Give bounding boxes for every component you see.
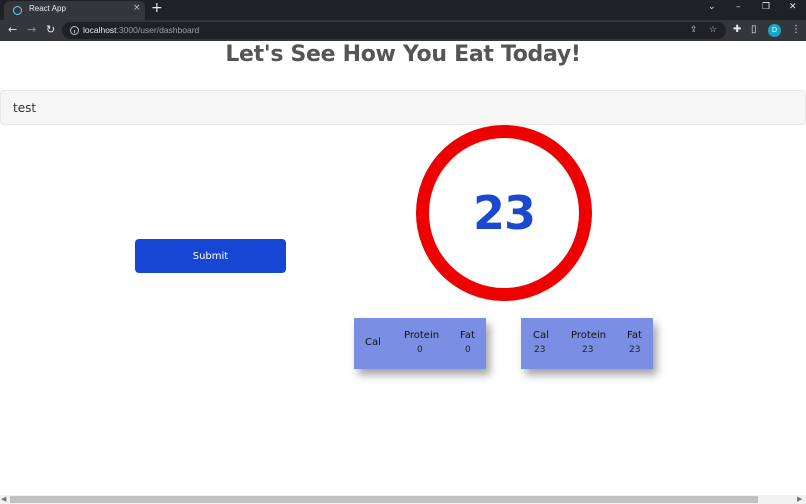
browser-menu-icon[interactable]: ⋮ [791,24,801,35]
address-bar[interactable]: localhost:3000/user/dashboard ⇪ ☆ [62,22,726,39]
cal-label: Cal [365,337,381,348]
bookmark-star-icon[interactable]: ☆ [709,25,717,35]
url-host: localhost [83,25,117,35]
ring-value: 23 [472,186,536,240]
close-window-button[interactable]: ✕ [789,2,797,12]
restore-button[interactable]: ❐ [762,2,770,12]
tab-close-icon[interactable]: × [133,3,141,13]
react-favicon-icon [13,6,22,15]
url-text: localhost:3000/user/dashboard [83,25,199,35]
submit-button[interactable]: Submit [135,239,286,273]
food-input[interactable] [0,90,806,125]
tab-search-icon[interactable]: ⌄ [708,2,716,12]
page-title: Let's See How You Eat Today! [225,42,581,67]
protein-label: Protein [404,330,440,341]
fat-label: Fat [627,330,642,341]
protein-value: 0 [417,345,423,355]
fat-value: 0 [465,345,471,355]
forward-button[interactable]: → [27,23,36,36]
protein-label: Protein [571,330,607,341]
profile-avatar[interactable]: D [768,24,781,37]
fat-label: Fat [460,330,475,341]
share-icon[interactable]: ⇪ [690,25,698,35]
url-path: :3000/user/dashboard [116,25,200,35]
tab-strip: React App × + ⌄ – ❐ ✕ [0,0,806,20]
new-tab-button[interactable]: + [151,0,163,16]
cal-label: Cal [533,330,549,341]
calorie-ring: 23 [416,125,592,301]
protein-value: 23 [582,345,594,355]
tab-title: React App [29,4,66,13]
back-button[interactable]: ← [8,23,17,36]
scroll-right-arrow-icon[interactable]: ▶ [797,495,802,503]
browser-toolbar: ← → ↻ localhost:3000/user/dashboard ⇪ ☆ [0,20,806,41]
nutrition-card: Cal Protein Fat 0 0 [354,318,486,369]
site-info-icon[interactable] [70,26,79,35]
scroll-left-arrow-icon[interactable]: ◀ [1,495,6,503]
tab-react-app[interactable]: React App × [4,1,145,20]
nutrition-card: Cal Protein Fat 23 23 23 [521,318,653,369]
extensions-icon[interactable]: ✚ [733,24,741,35]
side-panel-icon[interactable]: ▯ [751,24,757,35]
fat-value: 23 [629,345,641,355]
cal-value: 23 [534,345,546,355]
scrollbar-thumb[interactable] [10,496,758,503]
minimize-button[interactable]: – [736,2,741,12]
reload-button[interactable]: ↻ [46,23,55,36]
horizontal-scrollbar[interactable]: ◀ ▶ [0,495,806,504]
